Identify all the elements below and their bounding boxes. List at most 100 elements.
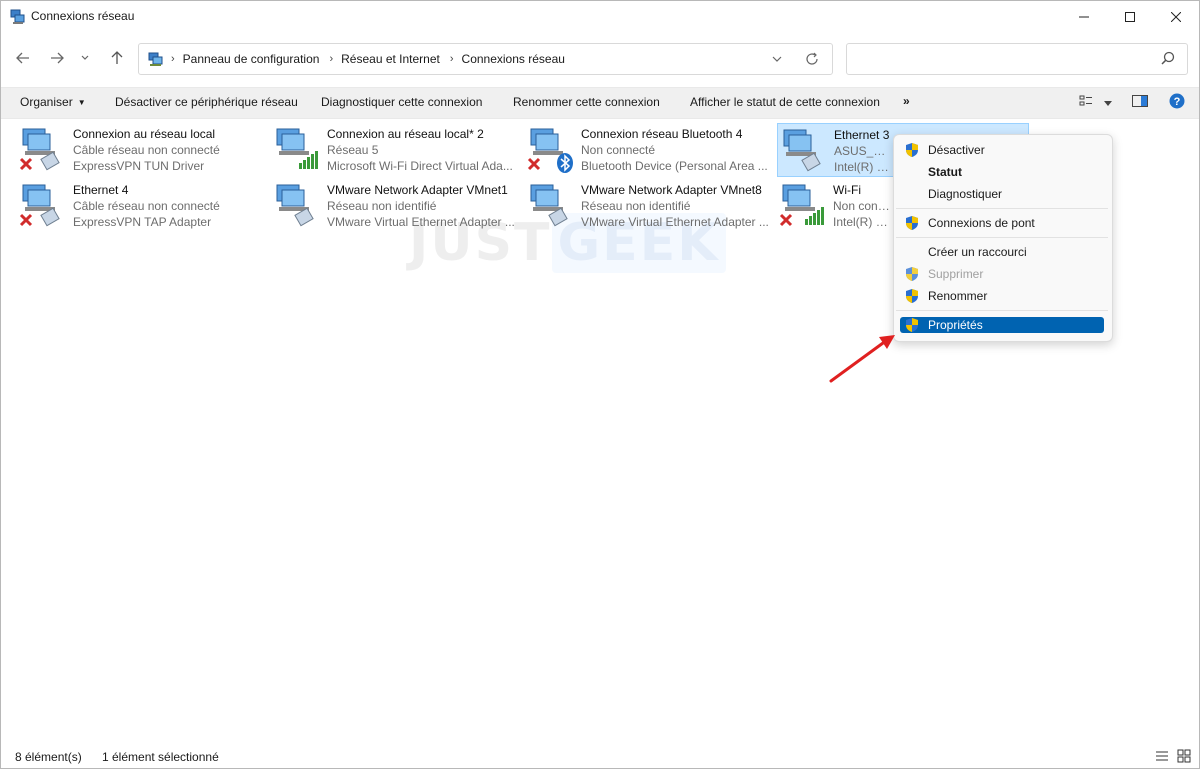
connection-device: Intel(R) Wi- — [833, 215, 891, 229]
connection-text: Connexion au réseau local Câble réseau n… — [73, 126, 263, 174]
connection-name: VMware Network Adapter VMnet1 — [327, 183, 508, 197]
diagnose-button[interactable]: Diagnostiquer cette connexion — [321, 95, 482, 109]
breadcrumb-control-panel[interactable]: Panneau de configuration — [183, 52, 320, 66]
menu-item-bridge[interactable]: Connexions de pont — [900, 213, 1104, 233]
connection-item[interactable]: Connexion au réseau local Câble réseau n… — [17, 123, 267, 175]
breadcrumb-network-internet[interactable]: Réseau et Internet — [341, 52, 440, 66]
uac-shield-icon — [904, 142, 920, 161]
title-bar: Connexions réseau — [1, 1, 1199, 33]
back-button[interactable] — [11, 45, 35, 71]
item-count: 8 élément(s) — [15, 750, 82, 764]
breadcrumb: › Panneau de configuration › Réseau et I… — [171, 52, 575, 66]
explorer-window: Connexions réseau › Panneau de configura… — [0, 0, 1200, 769]
ethernet-adapter-icon — [527, 181, 573, 229]
menu-item-status[interactable]: Statut — [900, 162, 1104, 182]
chevron-right-icon[interactable]: › — [450, 53, 454, 65]
details-view-icon[interactable] — [1155, 749, 1171, 765]
caret-down-icon: ▼ — [77, 98, 86, 108]
connection-text: Wi-Fi Non conne Intel(R) Wi- — [833, 182, 891, 230]
view-status-button[interactable]: Afficher le statut de cette connexion — [690, 95, 880, 109]
arrow-left-icon — [16, 52, 29, 64]
rename-button[interactable]: Renommer cette connexion — [513, 95, 660, 109]
up-button[interactable] — [105, 45, 129, 71]
address-bar[interactable]: › Panneau de configuration › Réseau et I… — [138, 43, 833, 75]
chevron-down-icon — [772, 56, 782, 62]
connection-text: Ethernet 4 Câble réseau non connecté Exp… — [73, 182, 263, 230]
help-icon[interactable]: ? — [1169, 93, 1185, 112]
menu-item-delete[interactable]: Supprimer — [900, 264, 1104, 284]
connection-name: Connexion réseau Bluetooth 4 — [581, 127, 743, 141]
menu-item-label: Supprimer — [928, 267, 984, 281]
maximize-button[interactable] — [1107, 1, 1153, 33]
connection-status: ASUS_ROG — [834, 144, 892, 158]
menu-separator — [896, 208, 1108, 209]
connection-item[interactable]: VMware Network Adapter VMnet1 Réseau non… — [271, 179, 521, 231]
network-connections-icon — [10, 9, 26, 25]
selection-count: 1 élément sélectionné — [102, 750, 219, 764]
connection-status: Câble réseau non connecté — [73, 143, 220, 157]
connection-text: Ethernet 3 ASUS_ROG Intel(R) Eth — [834, 127, 892, 175]
connection-text: VMware Network Adapter VMnet8 Réseau non… — [581, 182, 771, 230]
chevron-right-icon[interactable]: › — [329, 53, 333, 65]
annotation-arrow-icon — [829, 335, 895, 383]
bluetooth-adapter-disconnected-icon — [527, 125, 573, 173]
change-view-icon[interactable] — [1079, 94, 1093, 111]
breadcrumb-network-connections[interactable]: Connexions réseau — [462, 52, 565, 66]
menu-item-properties[interactable]: Propriétés — [900, 317, 1104, 333]
ethernet-adapter-icon — [273, 181, 319, 229]
search-icon[interactable] — [1161, 51, 1175, 68]
menu-item-label: Statut — [928, 165, 962, 179]
address-history-button[interactable] — [769, 51, 785, 67]
close-button[interactable] — [1153, 1, 1199, 33]
menu-item-label: Diagnostiquer — [928, 187, 1003, 201]
connection-status: Réseau non identifié — [327, 199, 437, 213]
more-commands-button[interactable]: » — [903, 94, 910, 108]
menu-item-label: Créer un raccourci — [928, 245, 1027, 259]
recent-locations-button[interactable] — [77, 45, 93, 71]
wifi-adapter-disconnected-icon — [779, 181, 825, 229]
connection-status: Non connecté — [581, 143, 656, 157]
connection-text: VMware Network Adapter VMnet1 Réseau non… — [327, 182, 517, 230]
search-input[interactable] — [846, 43, 1188, 75]
connection-name: Connexion au réseau local — [73, 127, 216, 141]
connection-item[interactable]: VMware Network Adapter VMnet8 Réseau non… — [525, 179, 775, 231]
chevron-right-icon: › — [171, 53, 175, 65]
organize-label: Organiser — [20, 95, 73, 109]
menu-item-diagnose[interactable]: Diagnostiquer — [900, 184, 1104, 204]
navigation-bar: › Panneau de configuration › Réseau et I… — [1, 41, 1199, 77]
connection-text: Connexion réseau Bluetooth 4 Non connect… — [581, 126, 771, 174]
connection-device: ExpressVPN TAP Adapter — [73, 215, 212, 229]
menu-item-label: Désactiver — [928, 143, 985, 157]
menu-item-label: Connexions de pont — [928, 216, 1035, 230]
connection-text: Connexion au réseau local* 2 Réseau 5 Mi… — [327, 126, 517, 174]
minimize-button[interactable] — [1061, 1, 1107, 33]
large-icons-view-icon[interactable] — [1177, 749, 1193, 765]
organize-menu[interactable]: Organiser ▼ — [20, 95, 86, 109]
svg-text:?: ? — [1174, 96, 1181, 108]
uac-shield-icon — [904, 288, 920, 307]
connection-device: ExpressVPN TUN Driver — [73, 159, 205, 173]
connection-device: VMware Virtual Ethernet Adapter ... — [327, 215, 515, 229]
connection-item[interactable]: Connexion au réseau local* 2 Réseau 5 Mi… — [271, 123, 521, 175]
forward-button[interactable] — [45, 45, 69, 71]
command-bar: Organiser ▼ Désactiver ce périphérique ré… — [1, 87, 1199, 119]
uac-shield-icon — [904, 215, 920, 234]
menu-item-disable[interactable]: Désactiver — [900, 140, 1104, 160]
menu-separator — [896, 237, 1108, 238]
menu-item-create-shortcut[interactable]: Créer un raccourci — [900, 242, 1104, 262]
disable-device-button[interactable]: Désactiver ce périphérique réseau — [115, 95, 298, 109]
context-menu: Désactiver Statut Diagnostiquer Connexio… — [893, 134, 1113, 342]
connection-name: Wi-Fi — [833, 183, 861, 197]
connection-item[interactable]: Ethernet 4 Câble réseau non connecté Exp… — [17, 179, 267, 231]
status-bar: 8 élément(s) 1 élément sélectionné — [1, 746, 1199, 768]
uac-shield-icon — [904, 317, 920, 336]
view-options-caret-icon[interactable] — [1103, 97, 1113, 111]
menu-item-rename[interactable]: Renommer — [900, 286, 1104, 306]
menu-separator — [896, 310, 1108, 311]
connection-device: Intel(R) Eth — [834, 160, 892, 174]
preview-pane-icon[interactable] — [1132, 94, 1148, 111]
window-title: Connexions réseau — [31, 9, 135, 23]
refresh-button[interactable] — [803, 50, 821, 68]
connection-item[interactable]: Connexion réseau Bluetooth 4 Non connect… — [525, 123, 775, 175]
uac-shield-icon — [904, 266, 920, 285]
